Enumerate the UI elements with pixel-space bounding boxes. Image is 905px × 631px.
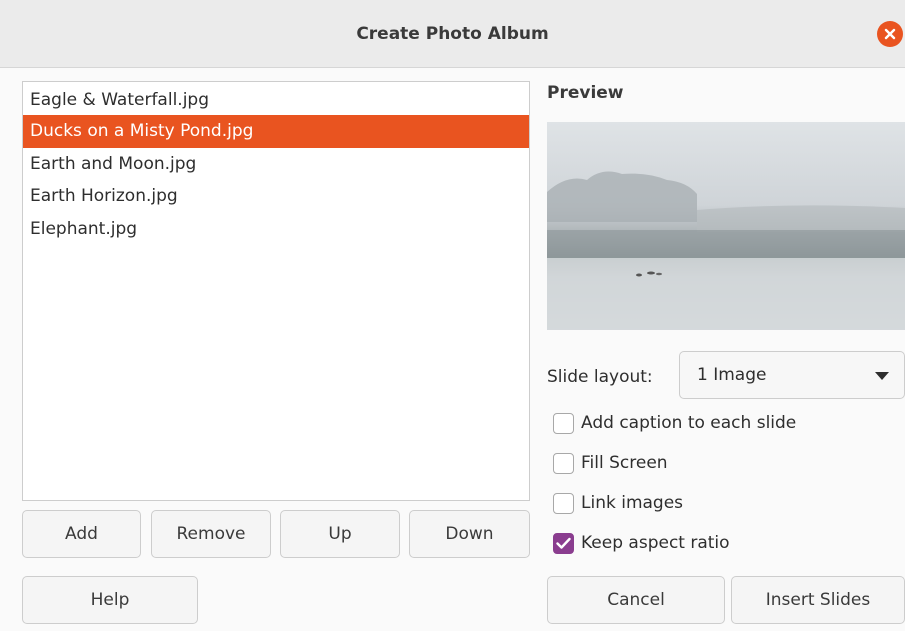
fill-screen-label: Fill Screen — [581, 453, 668, 473]
help-button[interactable]: Help — [22, 576, 198, 624]
chevron-down-icon — [875, 372, 889, 380]
slide-layout-label: Slide layout: — [547, 367, 653, 387]
remove-button[interactable]: Remove — [151, 510, 271, 558]
image-file-list[interactable]: Eagle & Waterfall.jpg Ducks on a Misty P… — [22, 81, 530, 501]
add-button[interactable]: Add — [22, 510, 141, 558]
fill-screen-checkbox[interactable] — [553, 453, 574, 474]
list-item-selected[interactable]: Ducks on a Misty Pond.jpg — [23, 115, 529, 148]
keep-aspect-label: Keep aspect ratio — [581, 533, 730, 553]
dialog-title: Create Photo Album — [356, 24, 549, 44]
link-images-label: Link images — [581, 493, 684, 513]
cancel-button[interactable]: Cancel — [547, 576, 725, 624]
move-up-button[interactable]: Up — [280, 510, 400, 558]
slide-layout-value: 1 Image — [697, 365, 767, 385]
slide-layout-dropdown[interactable]: 1 Image — [679, 351, 905, 399]
insert-slides-button[interactable]: Insert Slides — [731, 576, 905, 624]
close-button[interactable] — [877, 21, 903, 47]
move-down-button[interactable]: Down — [409, 510, 530, 558]
dialog-titlebar: Create Photo Album — [0, 0, 905, 68]
list-item[interactable]: Eagle & Waterfall.jpg — [23, 84, 529, 117]
link-images-checkbox[interactable] — [553, 493, 574, 514]
list-item[interactable]: Earth Horizon.jpg — [23, 180, 529, 213]
caption-label: Add caption to each slide — [581, 413, 797, 433]
list-item[interactable]: Elephant.jpg — [23, 213, 529, 246]
preview-label: Preview — [547, 83, 624, 103]
checkmark-icon — [556, 537, 571, 549]
list-item[interactable]: Earth and Moon.jpg — [23, 148, 529, 181]
preview-image — [547, 122, 905, 330]
caption-checkbox[interactable] — [553, 413, 574, 434]
close-icon — [884, 28, 896, 40]
keep-aspect-checkbox[interactable] — [553, 533, 574, 554]
